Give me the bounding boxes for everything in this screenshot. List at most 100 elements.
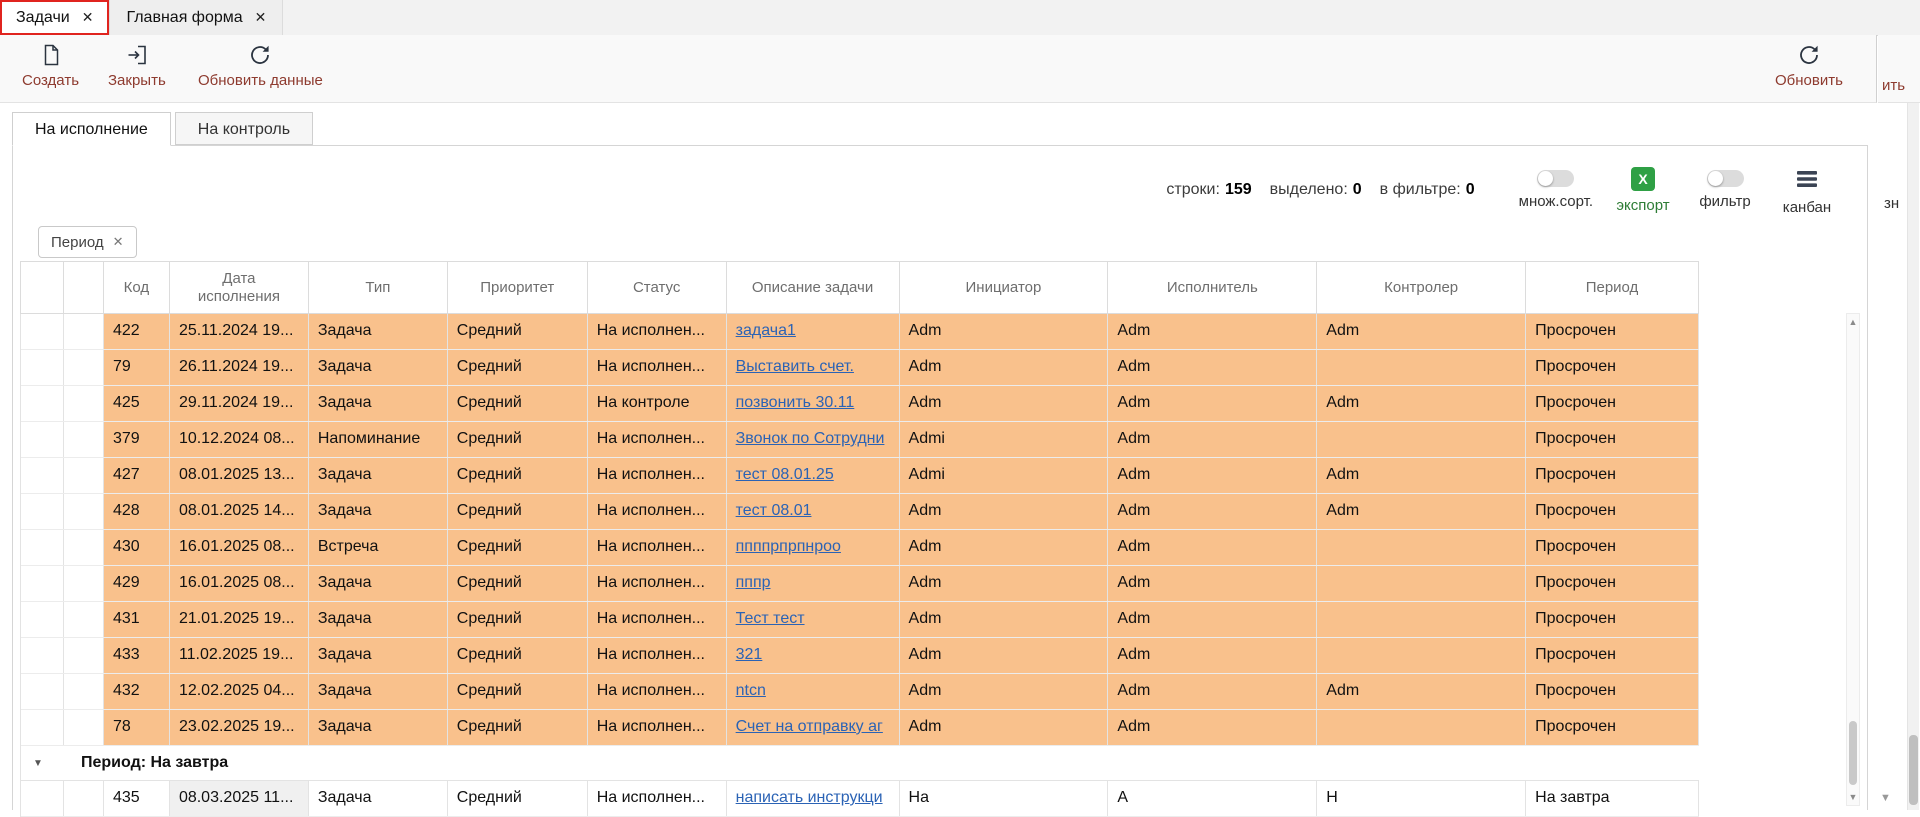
view-tabs: На исполнение На контроль [12, 112, 313, 146]
date-cell: 16.01.2025 08... [170, 530, 309, 565]
group-row[interactable]: ▼Период: На завтра [21, 746, 1699, 781]
multisort-label: множ.сорт. [1519, 193, 1593, 210]
table-row[interactable]: 42808.01.2025 14...ЗадачаСреднийНа испол… [21, 494, 1699, 530]
initiator-cell: Adm [900, 494, 1109, 529]
task-description-link[interactable]: ntcn [736, 682, 766, 699]
tab-close-icon[interactable]: ✕ [82, 9, 94, 26]
multisort-control[interactable]: множ.сорт. [1519, 170, 1593, 210]
type-cell: Задача [309, 638, 448, 673]
table-scrollbar[interactable]: ▲ ▼ [1846, 313, 1860, 806]
task-description-link[interactable]: Выставить счет. [736, 358, 854, 375]
column-header[interactable] [64, 262, 104, 314]
table-row[interactable]: 42708.01.2025 13...ЗадачаСреднийНа испол… [21, 458, 1699, 494]
column-header[interactable]: Описание задачи [727, 262, 900, 314]
column-header[interactable]: Приоритет [448, 262, 588, 314]
status-cell: На исполнен... [588, 602, 727, 637]
refresh-data-button[interactable]: Обновить данные [198, 41, 323, 89]
priority-cell: Средний [448, 638, 588, 673]
initiator-cell: Adm [900, 350, 1109, 385]
table-row[interactable]: 42916.01.2025 08...ЗадачаСреднийНа испол… [21, 566, 1699, 602]
description-cell: Тест тест [727, 602, 900, 637]
column-header[interactable]: Дата исполнения [170, 262, 309, 314]
filter-chip-period[interactable]: Период ✕ [38, 226, 137, 258]
code-cell: 429 [104, 566, 170, 601]
task-description-link[interactable]: 321 [736, 646, 763, 663]
table-row[interactable]: 7926.11.2024 19...ЗадачаСреднийНа исполн… [21, 350, 1699, 386]
table-row[interactable]: 43508.03.2025 11...ЗадачаСреднийНа испол… [21, 781, 1699, 817]
scroll-up-icon[interactable]: ▲ [1847, 314, 1859, 330]
collapse-arrow-icon[interactable]: ▼ [33, 758, 53, 769]
create-button[interactable]: Создать [22, 41, 79, 89]
chip-close-icon[interactable]: ✕ [113, 234, 124, 250]
status-cell: На исполнен... [588, 494, 727, 529]
priority-cell: Средний [448, 350, 588, 385]
column-header[interactable]: Контролер [1317, 262, 1526, 314]
table-row[interactable]: 43121.01.2025 19...ЗадачаСреднийНа испол… [21, 602, 1699, 638]
description-cell: 321 [727, 638, 900, 673]
task-description-link[interactable]: тест 08.01.25 [736, 466, 834, 483]
column-header[interactable]: Период [1526, 262, 1699, 314]
priority-cell: Средний [448, 674, 588, 709]
code-cell: 79 [104, 350, 170, 385]
task-description-link[interactable]: Счет на отправку аг [736, 718, 883, 735]
refresh-button-right[interactable]: Обновить [1775, 41, 1843, 89]
task-description-link[interactable]: пппр [736, 574, 771, 591]
multisort-toggle[interactable] [1537, 170, 1574, 187]
executor-cell: Adm [1108, 386, 1317, 421]
row-select-cell [21, 674, 64, 709]
priority-cell: Средний [448, 422, 588, 457]
controller-cell: Adm [1317, 494, 1526, 529]
close-button[interactable]: Закрыть [108, 41, 166, 89]
type-cell: Задача [309, 710, 448, 745]
table-row[interactable]: 43212.02.2025 04...ЗадачаСреднийНа испол… [21, 674, 1699, 710]
task-description-link[interactable]: ппппрпрпнроо [736, 538, 841, 555]
filter-control[interactable]: фильтр [1693, 170, 1757, 210]
controller-cell [1317, 710, 1526, 745]
tab-execution[interactable]: На исполнение [12, 112, 171, 146]
date-cell: 08.03.2025 11... [170, 781, 309, 816]
task-description-link[interactable]: написать инструкци [736, 789, 883, 806]
column-header[interactable]: Статус [588, 262, 727, 314]
column-header[interactable]: Инициатор [900, 262, 1109, 314]
row-select-cell [21, 710, 64, 745]
scrollbar-thumb[interactable] [1849, 721, 1857, 785]
table-row[interactable]: 37910.12.2024 08...НапоминаниеСреднийНа … [21, 422, 1699, 458]
scrollbar-thumb[interactable] [1909, 735, 1918, 805]
window-tab-main-form[interactable]: Главная форма ✕ [109, 0, 283, 35]
type-cell: Напоминание [309, 422, 448, 457]
export-control[interactable]: X экспорт [1611, 167, 1675, 214]
type-cell: Встреча [309, 530, 448, 565]
window-tab-tasks[interactable]: Задачи ✕ [0, 0, 109, 35]
task-description-link[interactable]: Звонок по Сотрудни [736, 430, 885, 447]
task-description-link[interactable]: Тест тест [736, 610, 805, 627]
kanban-icon[interactable] [1795, 165, 1819, 193]
initiator-cell: Adm [900, 566, 1109, 601]
date-cell: 12.02.2025 04... [170, 674, 309, 709]
window-scrollbar[interactable] [1907, 103, 1919, 810]
task-description-link[interactable]: позвонить 30.11 [736, 394, 855, 411]
row-indicator-cell [64, 386, 104, 421]
scroll-down-icon[interactable]: ▼ [1847, 789, 1859, 805]
task-description-link[interactable]: тест 08.01 [736, 502, 812, 519]
column-header[interactable]: Исполнитель [1108, 262, 1317, 314]
table-row[interactable]: 7823.02.2025 19...ЗадачаСреднийНа исполн… [21, 710, 1699, 746]
table-row[interactable]: 42529.11.2024 19...ЗадачаСреднийНа контр… [21, 386, 1699, 422]
filter-toggle[interactable] [1707, 170, 1744, 187]
table-row[interactable]: 43016.01.2025 08...ВстречаСреднийНа испо… [21, 530, 1699, 566]
excel-export-icon[interactable]: X [1631, 167, 1655, 191]
kanban-control[interactable]: канбан [1775, 165, 1839, 216]
task-description-link[interactable]: задача1 [736, 322, 796, 339]
tab-close-icon[interactable]: ✕ [255, 9, 267, 26]
column-header[interactable] [21, 262, 64, 314]
column-header[interactable]: Тип [309, 262, 448, 314]
code-cell: 427 [104, 458, 170, 493]
filter-label: фильтр [1699, 193, 1750, 210]
scroll-down-icon[interactable]: ▼ [1880, 792, 1891, 804]
clipped-toolbar-label[interactable]: ить [1882, 77, 1905, 94]
table-row[interactable]: 42225.11.2024 19...ЗадачаСреднийНа испол… [21, 314, 1699, 350]
table-row[interactable]: 43311.02.2025 19...ЗадачаСреднийНа испол… [21, 638, 1699, 674]
tab-control[interactable]: На контроль [175, 112, 313, 145]
column-header[interactable]: Код [104, 262, 170, 314]
toolbar: Создать Закрыть Обновить данные Обновить [0, 35, 1877, 103]
row-indicator-cell [64, 494, 104, 529]
